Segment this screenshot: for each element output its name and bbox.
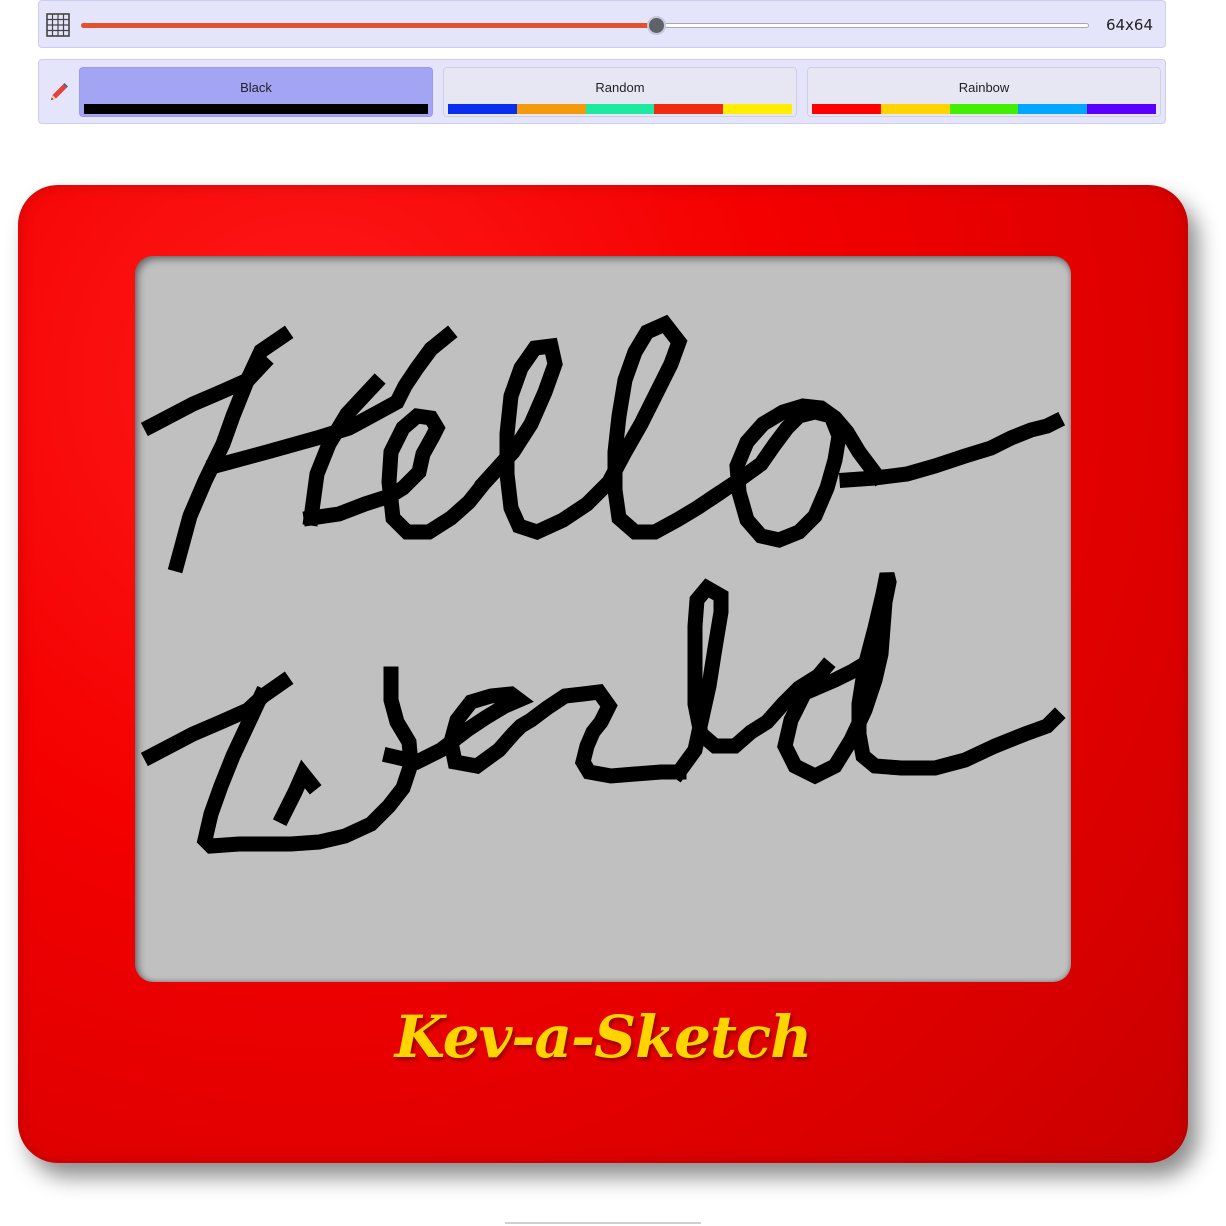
ink-stroke — [196, 666, 419, 854]
black-swatch-bar — [84, 104, 428, 114]
ink-stroke — [777, 572, 1066, 785]
ink-stroke — [382, 684, 687, 784]
sketch-frame: Kev-a-Sketch — [18, 185, 1188, 1163]
mode-label: Rainbow — [958, 80, 1010, 95]
color-swatch — [949, 104, 1019, 114]
grid-size-value: 64x64 — [1105, 16, 1153, 34]
color-swatch — [585, 104, 655, 114]
rainbow-mode-button[interactable]: Rainbow — [807, 67, 1161, 117]
grid-size-slider-fill — [81, 23, 656, 28]
grid-size-slider-thumb[interactable] — [646, 16, 666, 35]
sketch-screen[interactable] — [135, 256, 1071, 982]
ink-stroke — [474, 314, 726, 541]
color-swatch — [880, 104, 950, 114]
rainbow-swatch-bar — [812, 104, 1156, 114]
color-swatch — [516, 104, 586, 114]
black-mode-button[interactable]: Black — [79, 67, 433, 117]
color-swatch — [1087, 104, 1156, 114]
ink-stroke — [668, 578, 826, 783]
random-swatch-bar — [448, 104, 792, 114]
color-swatch — [812, 104, 881, 114]
color-swatch — [723, 104, 792, 114]
mode-label: Random — [595, 80, 645, 95]
color-swatch — [1018, 104, 1088, 114]
ink-stroke — [272, 759, 322, 827]
brand-logo: Kev-a-Sketch — [394, 1003, 813, 1071]
color-swatch — [448, 104, 517, 114]
ink-stroke — [838, 411, 1066, 489]
mode-label: Black — [240, 80, 272, 95]
color-mode-toolbar: Black Random Rainbow — [38, 59, 1166, 124]
grid-size-toolbar: 64x64 — [38, 0, 1166, 48]
grid-icon[interactable] — [46, 13, 70, 37]
bottom-divider — [505, 1222, 701, 1224]
color-swatch — [654, 104, 724, 114]
drawing-canvas[interactable] — [135, 256, 1071, 982]
color-swatch — [84, 104, 428, 114]
pencil-icon — [51, 83, 68, 100]
random-mode-button[interactable]: Random — [443, 67, 797, 117]
